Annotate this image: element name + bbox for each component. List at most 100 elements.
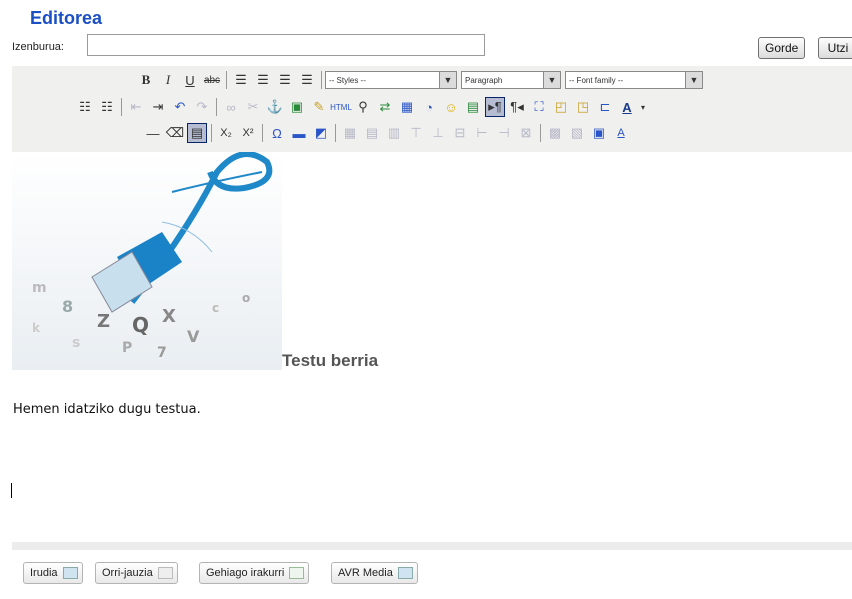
- read-more-button[interactable]: Gehiago irakurri: [199, 562, 310, 584]
- row-props-icon[interactable]: ▤: [362, 123, 382, 143]
- page-break-button-label: Orri-jauzia: [102, 567, 153, 579]
- toolbar-separator: [321, 71, 322, 89]
- toolbar-separator: [226, 71, 227, 89]
- svg-text:8: 8: [62, 297, 73, 316]
- svg-text:Z: Z: [97, 311, 110, 332]
- special-char-icon[interactable]: Ω: [267, 123, 287, 143]
- align-center-icon[interactable]: ☰: [253, 70, 273, 90]
- delete-row-icon[interactable]: ⊟: [450, 123, 470, 143]
- page-break-button[interactable]: Orri-jauzia: [95, 562, 178, 584]
- toolbar-separator: [540, 124, 541, 142]
- styles-select[interactable]: -- Styles -- ▼: [325, 71, 457, 89]
- svg-text:c: c: [212, 301, 219, 315]
- font-color-icon[interactable]: A: [617, 97, 637, 117]
- hr-insert-icon[interactable]: ▬: [289, 123, 309, 143]
- delete-col-icon[interactable]: ⊠: [516, 123, 536, 143]
- image-icon[interactable]: ▣: [287, 97, 307, 117]
- cleanup-icon[interactable]: ✎: [309, 97, 329, 117]
- ltr-icon[interactable]: ▸¶: [485, 97, 505, 117]
- horizontal-rule-icon[interactable]: —: [143, 123, 163, 143]
- rtl-icon[interactable]: ¶◂: [507, 97, 527, 117]
- media-icon[interactable]: ▤: [463, 97, 483, 117]
- visual-aid-icon[interactable]: ▤: [187, 123, 207, 143]
- insert-date-icon[interactable]: ▦: [397, 97, 417, 117]
- bold-icon[interactable]: B: [136, 70, 156, 90]
- table-icon[interactable]: ▦: [340, 123, 360, 143]
- svg-text:P: P: [122, 340, 132, 356]
- underline-icon[interactable]: U: [180, 70, 200, 90]
- color-dropdown-icon[interactable]: ▾: [639, 97, 647, 117]
- page-title: Editorea: [30, 8, 103, 28]
- cell-props-icon[interactable]: ▥: [384, 123, 404, 143]
- layer-back-icon[interactable]: ◳: [573, 97, 593, 117]
- cancel-button[interactable]: Utzi: [818, 37, 852, 59]
- svg-text:k: k: [32, 321, 41, 335]
- outdent-icon[interactable]: ⇤: [126, 97, 146, 117]
- align-justify-icon[interactable]: ☰: [297, 70, 317, 90]
- advanced-hr-icon[interactable]: ◩: [311, 123, 331, 143]
- chevron-down-icon: ▼: [685, 72, 702, 88]
- toolbar-row-2: ☷ ☷ ⇤ ⇥ ↶ ↷ ∞ ✂ ⚓ ▣ ✎ HTML ⚲ ⇄ ▦ ◔ ☺ ▤ ▸…: [74, 96, 648, 118]
- image-button[interactable]: Irudia: [23, 562, 83, 584]
- title-input[interactable]: [87, 34, 485, 56]
- svg-text:s: s: [72, 335, 80, 351]
- superscript-icon[interactable]: X²: [238, 123, 258, 143]
- link-icon[interactable]: ∞: [221, 97, 241, 117]
- read-more-button-label: Gehiago irakurri: [206, 567, 285, 579]
- anchor-icon[interactable]: ⚓: [265, 97, 285, 117]
- insert-time-icon[interactable]: ◔: [419, 97, 439, 117]
- insert-row-after-icon[interactable]: ⊥: [428, 123, 448, 143]
- replace-icon[interactable]: ⇄: [375, 97, 395, 117]
- html-icon[interactable]: HTML: [330, 97, 352, 117]
- svg-text:7: 7: [157, 345, 167, 361]
- format-select[interactable]: Paragraph ▼: [461, 71, 561, 89]
- remove-format-icon[interactable]: ⌫: [165, 123, 185, 143]
- redo-icon[interactable]: ↷: [192, 97, 212, 117]
- numbered-list-icon[interactable]: ☷: [97, 97, 117, 117]
- insert-row-before-icon[interactable]: ⊤: [406, 123, 426, 143]
- indent-icon[interactable]: ⇥: [148, 97, 168, 117]
- insert-col-before-icon[interactable]: ⊢: [472, 123, 492, 143]
- font-family-select-value: -- Font family --: [569, 75, 624, 85]
- bullet-list-icon[interactable]: ☷: [75, 97, 95, 117]
- insert-col-after-icon[interactable]: ⊣: [494, 123, 514, 143]
- split-cells-icon[interactable]: ▩: [545, 123, 565, 143]
- layer-icon[interactable]: ◰: [551, 97, 571, 117]
- save-button[interactable]: Gorde: [758, 37, 806, 59]
- media-icon: [397, 567, 413, 579]
- avr-media-button[interactable]: AVR Media: [331, 562, 418, 584]
- style-props-icon[interactable]: A: [611, 123, 631, 143]
- emoticons-icon[interactable]: ☺: [441, 97, 461, 117]
- svg-text:V: V: [187, 327, 200, 346]
- toolbar-separator: [262, 124, 263, 142]
- toolbar-row-1: B I U abc ☰ ☰ ☰ ☰ -- Styles -- ▼ Paragra…: [135, 69, 707, 91]
- editor-statusbar: [12, 542, 852, 550]
- editor-toolbar: B I U abc ☰ ☰ ☰ ☰ -- Styles -- ▼ Paragra…: [12, 66, 852, 152]
- subscript-icon[interactable]: X₂: [216, 123, 236, 143]
- editor-content[interactable]: m 8 Z Q X V P s c o k 7: [12, 152, 852, 542]
- merge-cells-icon[interactable]: ▧: [567, 123, 587, 143]
- toolbar-row-3: — ⌫ ▤ X₂ X² Ω ▬ ◩ ▦ ▤ ▥ ⊤ ⊥ ⊟ ⊢ ⊣ ⊠ ▩ ▧ …: [142, 122, 632, 144]
- title-label: Izenburua:: [12, 41, 64, 53]
- svg-text:Q: Q: [132, 313, 149, 337]
- template-icon[interactable]: ▣: [589, 123, 609, 143]
- svg-text:o: o: [242, 291, 250, 305]
- read-more-icon: [289, 567, 305, 579]
- chevron-down-icon: ▼: [439, 72, 456, 88]
- content-paragraph: Hemen idatziko dugu testua.: [13, 402, 201, 417]
- unlink-icon[interactable]: ✂: [243, 97, 263, 117]
- cable-image: m 8 Z Q X V P s c o k 7: [12, 152, 282, 370]
- svg-text:X: X: [162, 306, 176, 327]
- font-family-select[interactable]: -- Font family -- ▼: [565, 71, 703, 89]
- align-left-icon[interactable]: ☰: [231, 70, 251, 90]
- format-select-value: Paragraph: [465, 75, 503, 85]
- content-heading: Testu berria: [282, 351, 379, 370]
- absolute-icon[interactable]: ⊏: [595, 97, 615, 117]
- undo-icon[interactable]: ↶: [170, 97, 190, 117]
- strikethrough-icon[interactable]: abc: [202, 70, 222, 90]
- align-right-icon[interactable]: ☰: [275, 70, 295, 90]
- fullscreen-icon[interactable]: ⛶: [529, 97, 549, 117]
- italic-icon[interactable]: I: [158, 70, 178, 90]
- svg-text:m: m: [32, 280, 47, 296]
- find-icon[interactable]: ⚲: [353, 97, 373, 117]
